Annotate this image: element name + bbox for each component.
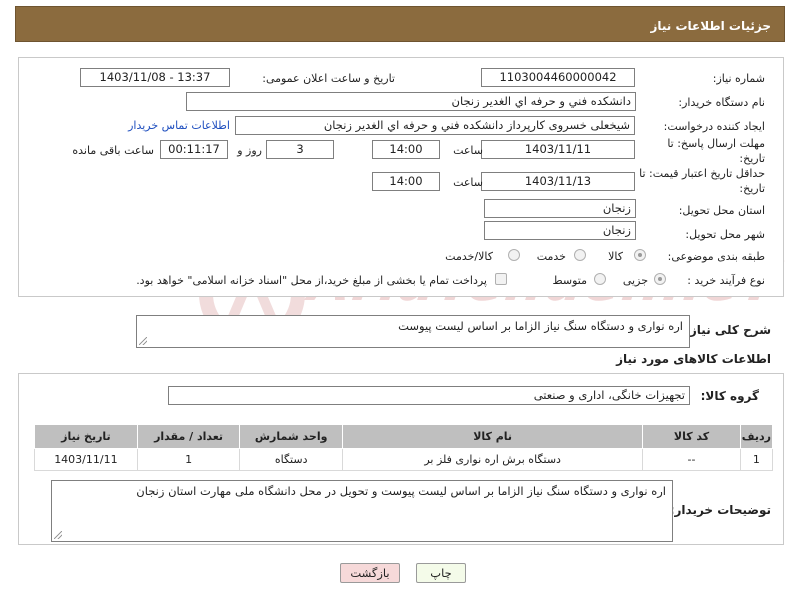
- summary-label: شرح کلی نیاز:: [685, 323, 771, 337]
- validity-label-text: حداقل تاریخ اعتبار قیمت: تا تاریخ:: [639, 167, 765, 195]
- validity-label: حداقل تاریخ اعتبار قیمت: تا تاریخ:: [625, 166, 765, 196]
- cell-row: 1: [739, 448, 774, 471]
- resize-grip-icon[interactable]: [139, 337, 147, 345]
- col-code: کد کالا: [642, 424, 741, 449]
- city-label: شهر محل تحویل:: [685, 228, 765, 241]
- process-label: نوع فرآیند خرید :: [687, 274, 765, 287]
- days-label: روز و: [237, 144, 262, 157]
- treasury-payment-checkbox[interactable]: [495, 273, 507, 285]
- validity-date-field[interactable]: 1403/11/13: [481, 172, 635, 191]
- province-label: استان محل تحویل:: [678, 204, 765, 217]
- col-name: نام کالا: [341, 424, 644, 449]
- creator-label: ایجاد کننده درخواست:: [663, 120, 765, 133]
- goods-group-label: گروه کالا:: [700, 389, 759, 403]
- category-label: طبقه بندی موضوعی:: [667, 250, 765, 263]
- table-row: 1 -- دستگاه برش اره نواری فلز بر دستگاه …: [34, 448, 774, 471]
- category-option-service: خدمت: [536, 250, 566, 263]
- page-header: جزئیات اطلاعات نیاز: [15, 6, 785, 42]
- category-option-goods: کالا: [608, 250, 623, 263]
- need-number-label: شماره نیاز:: [712, 72, 765, 85]
- deadline-label-text: مهلت ارسال پاسخ: تا تاریخ:: [667, 137, 765, 165]
- category-option-goods-service: کالا/خدمت: [445, 250, 493, 263]
- buyer-notes-label: توضیحات خریدار:: [669, 503, 771, 517]
- creator-field[interactable]: شیخعلی خسروی کارپرداز دانشکده فني و حرفه…: [235, 116, 635, 135]
- col-unit: واحد شمارش: [239, 424, 343, 449]
- city-field[interactable]: زنجان: [484, 221, 636, 240]
- treasury-payment-note: پرداخت تمام یا بخشی از مبلغ خرید،از محل …: [136, 274, 487, 287]
- announce-field[interactable]: 1403/11/08 - 13:37: [80, 68, 230, 87]
- cell-date: 1403/11/11: [34, 448, 138, 471]
- process-radio-minor[interactable]: [654, 273, 666, 285]
- cell-quantity: 1: [136, 448, 241, 471]
- col-date: تاریخ نیاز: [34, 424, 138, 449]
- remaining-time-field[interactable]: 00:11:17: [160, 140, 228, 159]
- validity-time-field[interactable]: 14:00: [372, 172, 440, 191]
- need-number-field[interactable]: 1103004460000042: [481, 68, 635, 87]
- buyer-notes-textarea[interactable]: اره نواری و دستگاه سنگ نیاز الزاما بر اس…: [51, 480, 673, 542]
- contact-buyer-link[interactable]: اطلاعات تماس خریدار: [128, 119, 230, 132]
- deadline-date-field[interactable]: 1403/11/11: [481, 140, 635, 159]
- col-row: ردیف: [739, 424, 774, 449]
- deadline-time-label: ساعت: [453, 144, 483, 157]
- announce-label: تاریخ و ساعت اعلان عمومی:: [262, 72, 395, 85]
- process-option-medium: متوسط: [552, 274, 587, 287]
- summary-text: اره نواری و دستگاه سنگ نیاز الزاما بر اس…: [398, 319, 683, 333]
- resize-grip-icon[interactable]: [54, 531, 62, 539]
- process-option-minor: جزیی: [622, 274, 648, 287]
- cell-code: --: [642, 448, 741, 471]
- buyer-notes-text: اره نواری و دستگاه سنگ نیاز الزاما بر اس…: [136, 484, 666, 498]
- cell-unit: دستگاه: [239, 448, 343, 471]
- process-radio-medium[interactable]: [594, 273, 606, 285]
- remaining-label: ساعت باقی مانده: [72, 144, 154, 157]
- province-field[interactable]: زنجان: [484, 199, 636, 218]
- back-button[interactable]: بازگشت: [340, 563, 400, 583]
- buyer-org-label: نام دستگاه خریدار:: [678, 96, 765, 109]
- days-field[interactable]: 3: [266, 140, 334, 159]
- col-quantity: تعداد / مقدار: [136, 424, 241, 449]
- category-radio-service[interactable]: [574, 249, 586, 261]
- page-title: جزئیات اطلاعات نیاز: [650, 19, 771, 33]
- goods-section-title: اطلاعات کالاهای مورد نیاز: [616, 352, 771, 366]
- deadline-label: مهلت ارسال پاسخ: تا تاریخ:: [657, 136, 765, 166]
- goods-group-field[interactable]: تجهیزات خانگی، اداری و صنعتی: [168, 386, 690, 405]
- deadline-time-field[interactable]: 14:00: [372, 140, 440, 159]
- goods-table: ردیف کد کالا نام کالا واحد شمارش تعداد /…: [34, 424, 774, 471]
- category-radio-goods[interactable]: [634, 249, 646, 261]
- category-radio-goods-service[interactable]: [508, 249, 520, 261]
- validity-time-label: ساعت: [453, 176, 483, 189]
- print-button[interactable]: چاپ: [416, 563, 466, 583]
- summary-textarea[interactable]: اره نواری و دستگاه سنگ نیاز الزاما بر اس…: [136, 315, 690, 348]
- cell-name: دستگاه برش اره نواری فلز بر: [341, 448, 644, 471]
- goods-table-header: ردیف کد کالا نام کالا واحد شمارش تعداد /…: [34, 424, 774, 449]
- buyer-org-field[interactable]: دانشکده فني و حرفه اي الغدير زنجان: [186, 92, 636, 111]
